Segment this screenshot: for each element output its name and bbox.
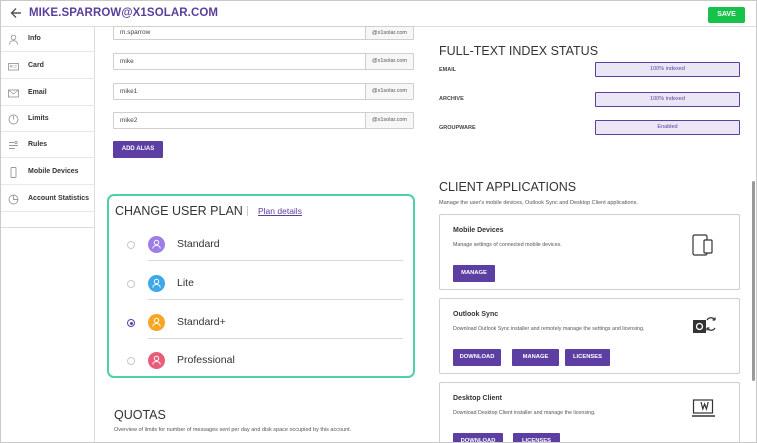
plan-option-professional[interactable]: Professional xyxy=(123,348,403,388)
alias-field[interactable]: mike1 @x1solar.com xyxy=(113,83,414,100)
user-badge-icon xyxy=(148,236,165,253)
alias-field[interactable]: mike @x1solar.com xyxy=(113,53,414,70)
sidebar-item-label: Mobile Devices xyxy=(28,168,79,175)
card-title: Desktop Client xyxy=(453,395,503,402)
desktop-client-icon xyxy=(692,397,716,424)
client-apps-description: Manage the user's mobile devices, Outloo… xyxy=(439,200,638,206)
fti-label: GROUPWARE xyxy=(439,125,476,131)
fti-label: ARCHIVE xyxy=(439,96,464,102)
download-button[interactable]: DOWNLOAD xyxy=(453,433,503,442)
fti-status-bar: 100% indexed xyxy=(595,62,740,77)
outlook-sync-card: Outlook Sync Download Outlook Sync insta… xyxy=(439,298,740,374)
alias-domain: @x1solar.com xyxy=(365,54,413,69)
alias-value: mike2 xyxy=(120,117,138,124)
mobile-icon xyxy=(8,167,19,178)
alias-domain: @x1solar.com xyxy=(365,113,413,128)
plan-option-standard-plus[interactable]: Standard+ xyxy=(123,310,403,350)
sidebar-item-account-statistics[interactable]: Account Statistics xyxy=(1,187,95,212)
id-card-icon xyxy=(8,61,19,72)
title-separator xyxy=(247,206,248,216)
card-title: Outlook Sync xyxy=(453,311,499,318)
rules-icon xyxy=(8,140,19,151)
plan-option-lite[interactable]: Lite xyxy=(123,271,403,311)
gauge-icon xyxy=(8,114,19,125)
user-icon xyxy=(8,34,19,45)
card-description: Download Desktop Client installer and ma… xyxy=(453,410,596,416)
user-badge-icon xyxy=(148,314,165,331)
save-button[interactable]: SAVE xyxy=(708,7,745,23)
plan-section-title: CHANGE USER PLAN xyxy=(115,204,243,218)
fti-status-bar: 100% indexed xyxy=(595,92,740,107)
alias-domain: @x1solar.com xyxy=(365,84,413,99)
plan-radio[interactable] xyxy=(127,357,135,365)
sidebar-item-mobile-devices[interactable]: Mobile Devices xyxy=(1,160,95,185)
fti-section-title: FULL-TEXT INDEX STATUS xyxy=(439,44,599,58)
sidebar-item-label: Email xyxy=(28,89,47,96)
user-badge-icon xyxy=(148,352,165,369)
manage-button[interactable]: MANAGE xyxy=(453,265,495,282)
sidebar-item-label: Limits xyxy=(28,115,49,122)
plan-name: Lite xyxy=(177,277,194,289)
user-badge-icon xyxy=(148,275,165,292)
sidebar-item-rules[interactable]: Rules xyxy=(1,133,95,158)
scrollbar[interactable] xyxy=(752,181,755,381)
plan-name: Standard+ xyxy=(177,316,226,328)
outlook-sync-icon xyxy=(692,314,718,343)
sidebar-item-email[interactable]: Email xyxy=(1,81,95,106)
arrow-left-icon[interactable] xyxy=(9,5,23,21)
sidebar-item-label: Card xyxy=(28,62,44,69)
tablet-phone-icon xyxy=(692,233,714,262)
plan-divider xyxy=(148,299,403,300)
top-bar: MIKE.SPARROW@X1SOLAR.COM SAVE xyxy=(1,1,756,27)
licenses-button[interactable]: LICENSES xyxy=(565,349,610,366)
app-window: MIKE.SPARROW@X1SOLAR.COM SAVE Info Card … xyxy=(0,0,757,443)
plan-divider xyxy=(148,338,403,339)
sidebar-item-label: Account Statistics xyxy=(28,195,90,202)
sidebar-item-limits[interactable]: Limits xyxy=(1,107,95,132)
sidebar-item-label: Rules xyxy=(28,141,48,148)
card-description: Manage settings of connected mobile devi… xyxy=(453,242,562,248)
download-button[interactable]: DOWNLOAD xyxy=(453,349,501,366)
mobile-devices-card: Mobile Devices Manage settings of connec… xyxy=(439,214,740,290)
desktop-client-card: Desktop Client Download Desktop Client i… xyxy=(439,382,740,442)
alias-value: mike1 xyxy=(120,88,138,95)
stats-icon xyxy=(8,194,19,205)
plan-radio-selected[interactable] xyxy=(127,319,135,327)
alias-field[interactable]: mike2 @x1solar.com xyxy=(113,112,414,129)
quotas-title: QUOTAS xyxy=(114,408,166,422)
envelope-icon xyxy=(8,88,19,99)
card-description: Download Outlook Sync installer and remo… xyxy=(453,326,645,332)
fti-label: EMAIL xyxy=(439,67,457,73)
plan-option-standard[interactable]: Standard xyxy=(123,232,403,272)
licenses-button[interactable]: LICENSES xyxy=(513,433,560,442)
alias-field[interactable]: m.sparrow @x1solar.com xyxy=(113,26,414,40)
plan-details-link[interactable]: Plan details xyxy=(258,206,302,216)
plan-name: Professional xyxy=(177,354,235,366)
alias-domain: @x1solar.com xyxy=(365,27,413,39)
alias-value: mike xyxy=(120,58,134,65)
sidebar: Info Card Email Limits Rules Mobile Devi… xyxy=(1,27,95,442)
client-apps-title: CLIENT APPLICATIONS xyxy=(439,180,577,194)
sidebar-item-label: Info xyxy=(28,35,41,42)
manage-button[interactable]: MANAGE xyxy=(512,349,559,366)
plan-divider xyxy=(148,260,403,261)
fti-status-bar: Enabled xyxy=(595,120,740,135)
sidebar-divider xyxy=(1,227,95,228)
plan-radio[interactable] xyxy=(127,241,135,249)
add-alias-button[interactable]: ADD ALIAS xyxy=(113,141,163,158)
plan-radio[interactable] xyxy=(127,280,135,288)
plan-name: Standard xyxy=(177,238,220,250)
sidebar-item-info[interactable]: Info xyxy=(1,27,95,52)
card-title: Mobile Devices xyxy=(453,227,504,234)
page-title: MIKE.SPARROW@X1SOLAR.COM xyxy=(29,7,219,19)
quotas-description: Overview of limits for number of message… xyxy=(114,427,352,433)
alias-value: m.sparrow xyxy=(120,29,151,36)
sidebar-item-card[interactable]: Card xyxy=(1,54,95,79)
